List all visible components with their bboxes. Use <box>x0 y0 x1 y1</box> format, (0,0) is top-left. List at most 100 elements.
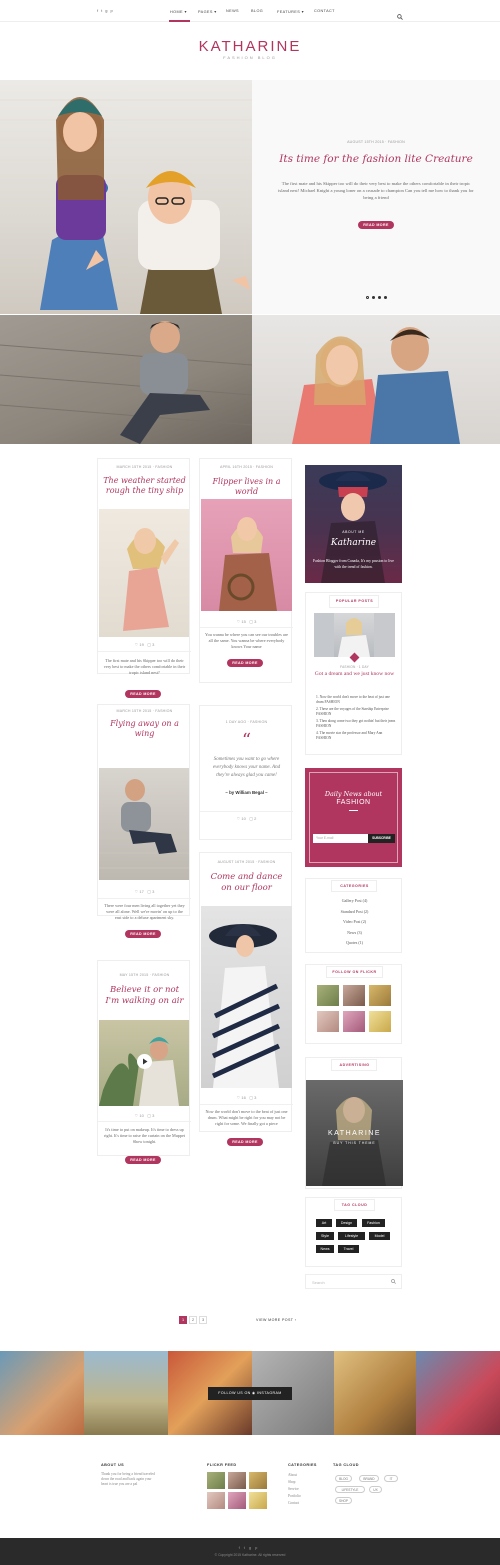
instagram-photo[interactable] <box>334 1351 416 1435</box>
post-3-read-more-button[interactable]: READ MORE <box>125 930 161 938</box>
popular-post-image[interactable] <box>314 613 395 657</box>
pinterest-icon[interactable]: p <box>110 8 115 13</box>
post-title[interactable]: The weather started rough the tiny ship <box>102 476 187 496</box>
footer-tag[interactable]: IT <box>384 1475 398 1482</box>
footer-tag[interactable]: SHOP <box>335 1497 352 1504</box>
nav-home[interactable]: HOME ▾ <box>170 9 187 14</box>
flickr-thumb[interactable] <box>317 985 339 1006</box>
ad-banner[interactable]: KATHARINE BUY THIS THEME <box>306 1080 403 1186</box>
follow-instagram-button[interactable]: FOLLOW US ON ◉ INSTAGRAM <box>208 1387 292 1400</box>
comment-icon[interactable]: ▢ <box>249 1095 253 1100</box>
nav-contact[interactable]: CONTACT <box>314 9 335 13</box>
site-logo[interactable]: KATHARINE <box>150 38 350 55</box>
tag-chip[interactable]: Fashion <box>362 1219 385 1227</box>
footer-category-link[interactable]: About <box>288 1472 301 1479</box>
post-6-read-more-button[interactable]: READ MORE <box>227 1138 263 1146</box>
post-image[interactable] <box>201 499 292 611</box>
tag-chip[interactable]: Art <box>316 1219 332 1227</box>
footer-flickr-thumb[interactable] <box>228 1472 246 1489</box>
search-input[interactable]: Search <box>305 1274 402 1289</box>
comment-icon[interactable]: ▢ <box>249 619 253 624</box>
hero-read-more-button[interactable]: READ MORE <box>358 221 394 229</box>
page-2-button[interactable]: 2 <box>189 1316 197 1324</box>
page-3-button[interactable]: 3 <box>199 1316 207 1324</box>
category-item[interactable]: Standard Post (2) <box>306 907 403 918</box>
search-icon[interactable] <box>391 1275 396 1290</box>
list-item[interactable]: 3. Then along come two they got nothin' … <box>316 719 396 729</box>
footer-category-link[interactable]: Contact <box>288 1500 301 1507</box>
instagram-photo[interactable] <box>416 1351 500 1435</box>
footer-category-link[interactable]: Service <box>288 1486 301 1493</box>
post-image[interactable] <box>201 906 292 1088</box>
instagram-photo[interactable] <box>84 1351 168 1435</box>
pinterest-icon[interactable]: p <box>255 1545 261 1550</box>
post-title[interactable]: Come and dance on our floor <box>206 872 287 894</box>
slider-dot[interactable] <box>366 296 370 300</box>
footer-tag[interactable]: BLOG <box>335 1475 352 1482</box>
tag-chip[interactable]: Lifestyle <box>338 1232 365 1240</box>
post-image[interactable] <box>99 768 189 880</box>
post-video[interactable] <box>99 1020 189 1106</box>
flickr-thumb[interactable] <box>369 985 391 1006</box>
category-item[interactable]: News (3) <box>306 928 403 939</box>
comment-icon[interactable]: ▢ <box>147 1113 151 1118</box>
nav-pages[interactable]: PAGES ▾ <box>198 9 217 14</box>
featured-image-couple[interactable] <box>252 315 500 444</box>
footer-category-link[interactable]: Shop <box>288 1479 301 1486</box>
footer-flickr-thumb[interactable] <box>207 1472 225 1489</box>
email-field[interactable]: Your E-mail <box>313 834 368 843</box>
tag-chip[interactable]: News <box>316 1245 334 1253</box>
heart-icon[interactable]: ♡ <box>237 816 241 821</box>
nav-blog[interactable]: BLOG <box>251 9 263 13</box>
heart-icon[interactable]: ♡ <box>135 889 139 894</box>
list-item[interactable]: 1. Now the world don't move to the beat … <box>316 695 396 705</box>
nav-news[interactable]: NEWS <box>226 9 239 13</box>
post-1-read-more-button[interactable]: READ MORE <box>125 690 161 698</box>
search-icon[interactable] <box>397 7 403 20</box>
heart-icon[interactable]: ♡ <box>237 1095 241 1100</box>
footer-flickr-thumb[interactable] <box>207 1492 225 1509</box>
tag-chip[interactable]: Travel <box>338 1245 359 1253</box>
list-item[interactable]: 4. The movie star the professor and Mary… <box>316 731 396 741</box>
flickr-thumb[interactable] <box>317 1011 339 1032</box>
flickr-thumb[interactable] <box>343 985 365 1006</box>
heart-icon[interactable]: ♡ <box>135 642 139 647</box>
instagram-photo[interactable] <box>0 1351 84 1435</box>
footer-tag[interactable]: UX <box>369 1486 382 1493</box>
slider-dot[interactable] <box>378 296 382 300</box>
play-button-icon[interactable] <box>137 1054 152 1069</box>
footer-flickr-thumb[interactable] <box>228 1492 246 1509</box>
comment-icon[interactable]: ▢ <box>249 816 253 821</box>
page-1-button[interactable]: 1 <box>179 1316 187 1324</box>
flickr-thumb[interactable] <box>343 1011 365 1032</box>
comment-icon[interactable]: ▢ <box>147 642 151 647</box>
category-item[interactable]: Video Post (2) <box>306 917 403 928</box>
footer-flickr-thumb[interactable] <box>249 1472 267 1489</box>
list-item[interactable]: 2. These are the voyages of the Starship… <box>316 707 396 717</box>
view-more-posts-link[interactable]: VIEW MORE POST › <box>256 1318 296 1322</box>
slider-dot[interactable] <box>384 296 388 300</box>
tag-chip[interactable]: Design <box>336 1219 357 1227</box>
comment-icon[interactable]: ▢ <box>147 889 151 894</box>
footer-tag[interactable]: BRAND <box>359 1475 379 1482</box>
heart-icon[interactable]: ♡ <box>135 1113 139 1118</box>
subscribe-button[interactable]: SUBSCRIBE <box>368 834 395 843</box>
footer-category-link[interactable]: Portfolio <box>288 1493 301 1500</box>
post-title[interactable]: Flying away on a wing <box>100 719 189 739</box>
post-title[interactable]: Believe it or not I'm walking on air <box>104 985 185 1007</box>
tag-chip[interactable]: Style <box>316 1232 334 1240</box>
category-item[interactable]: Gallery Post (4) <box>306 896 403 907</box>
slider-dot[interactable] <box>372 296 376 300</box>
post-image[interactable] <box>99 509 189 637</box>
category-item[interactable]: Quotes (1) <box>306 938 403 949</box>
popular-post-title[interactable]: Got a dream and we just know now <box>312 671 397 678</box>
post-5-read-more-button[interactable]: READ MORE <box>125 1156 161 1164</box>
hero-title[interactable]: Its time for the fashion lite Creature <box>252 153 500 165</box>
footer-flickr-thumb[interactable] <box>249 1492 267 1509</box>
featured-image-man-bench[interactable] <box>0 315 252 444</box>
post-2-read-more-button[interactable]: READ MORE <box>227 659 263 667</box>
tag-chip[interactable]: Model <box>369 1232 390 1240</box>
heart-icon[interactable]: ♡ <box>237 619 241 624</box>
footer-tag[interactable]: LIFESTYLE <box>335 1486 365 1493</box>
nav-features[interactable]: FEATURES ▾ <box>277 9 304 14</box>
